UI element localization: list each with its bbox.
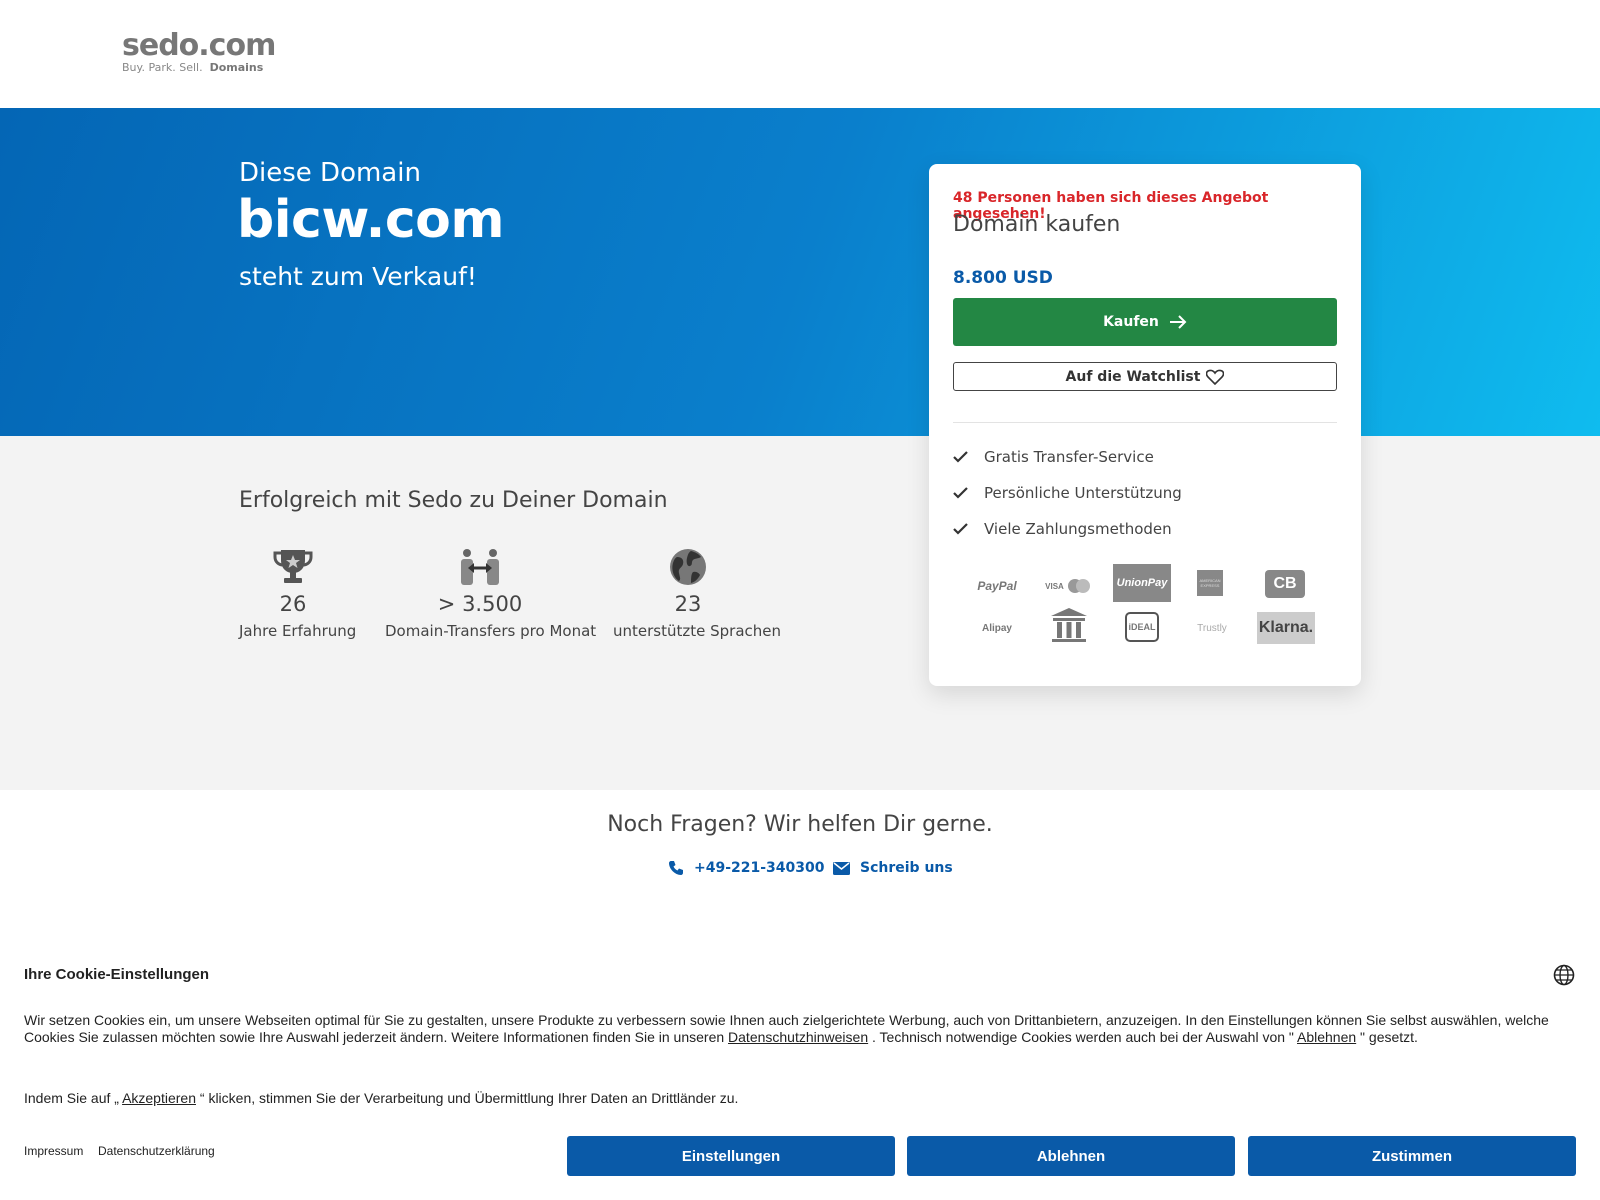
mastercard-icon [1067, 579, 1090, 593]
card-divider [953, 422, 1337, 423]
contact-link[interactable]: Schreib uns [833, 860, 953, 876]
sedo-logo[interactable]: sedo.com Buy. Park. Sell. Domains [122, 28, 276, 74]
bank-icon [1051, 608, 1087, 642]
cb-logo-text: CB [1273, 575, 1297, 592]
cookie-text-part: " gesetzt. [1356, 1029, 1418, 1045]
klarna-logo-text: Klarna. [1258, 619, 1314, 636]
logo-wordmark: sedo.com [122, 28, 276, 63]
feature-label: Persönliche Unterstützung [984, 484, 1182, 502]
logo-tagline: Buy. Park. Sell. Domains [122, 62, 275, 74]
cookie-description: Wir setzen Cookies ein, um unsere Websei… [24, 1012, 1564, 1046]
trophy-icon [273, 550, 313, 583]
feature-label: Viele Zahlungsmethoden [984, 520, 1172, 538]
help-title: Noch Fragen? Wir helfen Dir gerne. [607, 812, 993, 837]
help-section: Noch Fragen? Wir helfen Dir gerne. +49-2… [0, 790, 1600, 920]
alipay-logo: Alipay [971, 616, 1023, 640]
paypal-logo: PayPal [967, 574, 1027, 598]
klarna-logo: Klarna. [1257, 612, 1315, 644]
stat-experience: 26 Jahre Erfahrung [239, 548, 357, 640]
feature-item: Gratis Transfer-Service [953, 448, 1154, 466]
phone-link[interactable]: +49-221-340300 [668, 860, 825, 876]
privacy-link[interactable]: Datenschutzhinweisen [728, 1029, 868, 1045]
alipay-logo-text: Alipay [981, 622, 1012, 634]
logo-tagline-bold: Domains [209, 61, 264, 74]
buy-card: 48 Personen haben sich dieses Angebot an… [929, 164, 1361, 686]
buy-button-label: Kaufen [1103, 314, 1159, 330]
stat-transfers: > 3.500 Domain-Transfers pro Monat [385, 548, 597, 640]
stat-experience-value: 26 [279, 592, 307, 616]
check-icon [953, 487, 968, 499]
heart-icon [1206, 369, 1225, 385]
cookie-banner: Ihre Cookie-Einstellungen Wir setzen Coo… [0, 942, 1600, 1200]
check-icon [953, 523, 968, 535]
cookie-text-part: Indem Sie auf „ [24, 1090, 123, 1106]
buy-button[interactable]: Kaufen [953, 298, 1337, 346]
domain-name: bicw.com [237, 190, 505, 250]
cb-logo: CB [1265, 570, 1305, 598]
hero-post-text: steht zum Verkauf! [239, 262, 477, 291]
accept-inline-link[interactable]: Akzeptieren [122, 1090, 196, 1106]
cookie-text-part: “ klicken, stimmen Sie der Verarbeitung … [196, 1090, 739, 1106]
decline-inline-link[interactable]: Ablehnen [1297, 1029, 1356, 1045]
transfer-icon [461, 549, 499, 585]
impressum-link[interactable]: Impressum [24, 1144, 83, 1158]
globe-icon [670, 549, 706, 585]
stat-languages: 23 unterstützte Sprachen [613, 548, 782, 640]
logo-tagline-text: Buy. Park. Sell. [122, 61, 203, 74]
stat-languages-value: 23 [674, 592, 702, 616]
stats-title: Erfolgreich mit Sedo zu Deiner Domain [239, 488, 668, 513]
stat-transfers-label: Domain-Transfers pro Monat [385, 622, 597, 640]
feature-item: Persönliche Unterstützung [953, 484, 1182, 502]
feature-label: Gratis Transfer-Service [984, 448, 1154, 466]
cookie-accept-button[interactable]: Zustimmen [1248, 1136, 1576, 1176]
stat-transfers-value: > 3.500 [437, 592, 523, 616]
feature-item: Viele Zahlungsmethoden [953, 520, 1172, 538]
trustly-logo: Trustly [1184, 616, 1240, 640]
paypal-logo-text: PayPal [977, 579, 1017, 593]
stat-experience-label: Jahre Erfahrung [239, 622, 357, 640]
cookie-consent-note: Indem Sie auf „ Akzeptieren “ klicken, s… [24, 1090, 1564, 1107]
cookie-decline-button[interactable]: Ablehnen [907, 1136, 1235, 1176]
amex-logo: AMERICAN EXPRESS [1197, 570, 1223, 596]
watchlist-button-label: Auf die Watchlist [1065, 368, 1201, 385]
ideal-logo: iDEAL [1125, 612, 1159, 642]
cookie-text-part: . Technisch notwendige Cookies werden au… [868, 1029, 1297, 1045]
envelope-icon [833, 861, 850, 875]
stat-languages-label: unterstützte Sprachen [613, 622, 782, 640]
buy-card-title: Domain kaufen [953, 212, 1121, 237]
contact-label: Schreib uns [860, 860, 953, 876]
domain-price: 8.800 USD [953, 268, 1053, 288]
ideal-logo-text: iDEAL [1128, 622, 1156, 632]
trustly-logo-text: Trustly [1197, 622, 1227, 634]
visa-mastercard-logo: VISA [1042, 574, 1094, 598]
bank-transfer-logo [1049, 606, 1089, 646]
phone-number: +49-221-340300 [694, 860, 825, 876]
cookie-title: Ihre Cookie-Einstellungen [24, 966, 210, 983]
site-header: sedo.com Buy. Park. Sell. Domains [0, 0, 1600, 108]
arrow-right-icon [1169, 315, 1187, 329]
unionpay-logo: UnionPay [1113, 564, 1171, 602]
visa-logo-text: VISA [1045, 581, 1064, 591]
check-icon [953, 451, 968, 463]
phone-icon [669, 861, 683, 875]
hero-pre-text: Diese Domain [239, 158, 421, 188]
language-globe-icon[interactable] [1553, 964, 1575, 986]
datenschutz-link[interactable]: Datenschutzerklärung [98, 1144, 215, 1158]
watchlist-button[interactable]: Auf die Watchlist [953, 362, 1337, 391]
cookie-settings-button[interactable]: Einstellungen [567, 1136, 895, 1176]
unionpay-logo-text: UnionPay [1116, 577, 1168, 589]
amex-logo-text: AMERICAN EXPRESS [1199, 578, 1221, 588]
